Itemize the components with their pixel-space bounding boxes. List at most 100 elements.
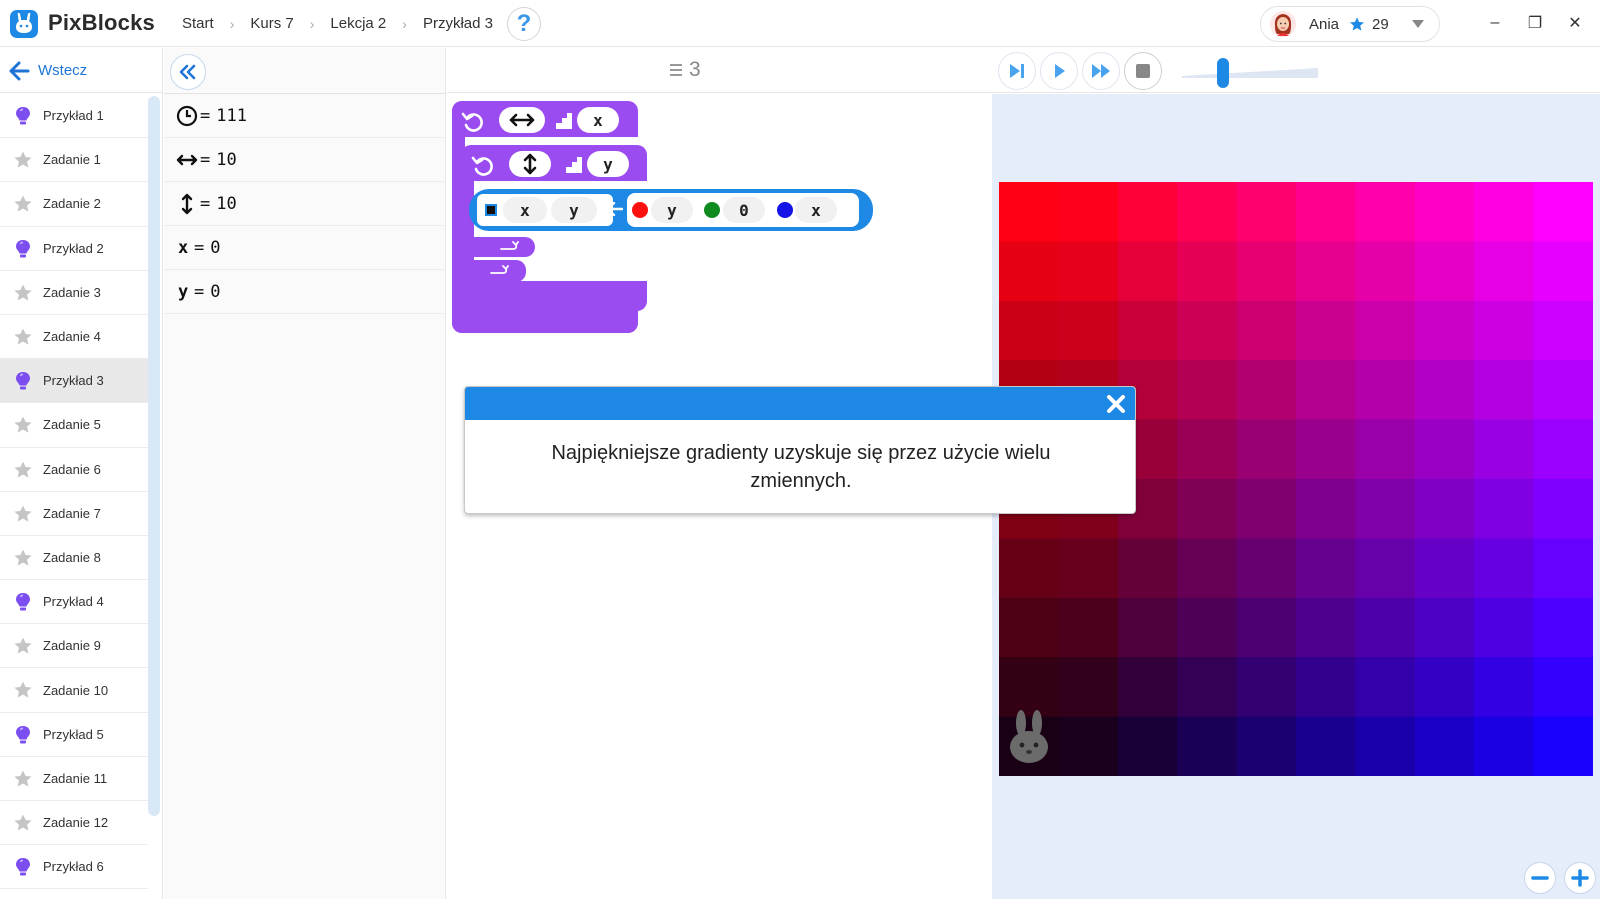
sidebar-lesson-item[interactable]: Przykład 6 [0,845,148,890]
pixel-cell [1355,419,1416,481]
horizontal-arrows-icon [176,154,198,165]
pixel-cell [1355,597,1416,659]
sidebar-lesson-item[interactable]: Zadanie 1 [0,138,148,183]
chevron-right-icon: › [229,15,235,32]
speed-slider-track[interactable] [1182,66,1318,80]
pixel-cell [1177,538,1238,599]
horizontal-arrows-icon [509,113,535,127]
outer-loop-variable[interactable]: x [577,107,619,133]
sidebar-lesson-item[interactable]: Zadanie 6 [0,448,148,492]
loop-return-icon [490,265,509,274]
sidebar-lesson-label: Przykład 3 [43,373,104,389]
sidebar-lesson-item[interactable]: Przykład 4 [0,580,148,625]
sidebar-lesson-item[interactable]: Przykład 1 [0,94,148,139]
inner-loop-end [461,237,535,257]
pixel-cell [1414,597,1476,659]
blue-channel-icon [777,202,793,218]
variable-row-height: = 10 [164,182,446,226]
zoom-in-button[interactable] [1564,862,1596,894]
pixel-cell [1474,716,1535,776]
arrow-left-icon [607,202,623,216]
inner-loop-variable[interactable]: y [587,151,629,177]
pixel-cell [1117,300,1179,362]
pixel-cell [1414,479,1476,540]
pixel-cell [1414,300,1476,362]
close-window-button[interactable]: ✕ [1564,12,1586,34]
repeat-icon [461,112,483,132]
fast-forward-icon [1092,64,1110,78]
lesson-list: Przykład 1 Zadanie 1 Zadanie 2 Przykład 2 Za… [0,94,148,890]
green-channel-arg[interactable]: 0 [723,197,765,223]
red-channel-arg[interactable]: y [651,197,693,223]
pixel-cell [999,538,1060,599]
sidebar-lesson-item[interactable]: Zadanie 2 [0,182,148,227]
close-icon[interactable] [1105,393,1127,415]
sidebar-lesson-item[interactable]: Przykład 5 [0,713,148,757]
line-count: 3 [689,58,701,81]
hint-dialog-header [465,387,1135,420]
maximize-button[interactable]: ❐ [1524,12,1546,34]
breadcrumb-course[interactable]: Kurs 7 [250,15,293,32]
pixel-cell [1355,241,1416,302]
sidebar-lesson-item[interactable]: Zadanie 3 [0,271,148,315]
repeat-icon [471,156,493,176]
pixel-cell [999,182,1060,243]
star-icon [14,549,32,566]
zoom-out-button[interactable] [1524,862,1556,894]
lightbulb-icon [16,858,30,876]
pixel-cell [1177,479,1238,540]
fast-forward-button[interactable] [1082,52,1120,90]
user-stars-count: 29 [1372,15,1389,33]
stop-button[interactable] [1124,52,1162,90]
help-button[interactable]: ? [506,6,541,41]
sidebar-lesson-label: Zadanie 9 [43,638,101,654]
pixel-cell [1474,419,1535,481]
play-button[interactable] [1040,52,1078,90]
pixel-y-arg[interactable]: y [551,197,597,223]
sidebar-lesson-item[interactable]: Zadanie 11 [0,757,148,801]
user-menu[interactable]: Ania 29 [1260,6,1440,42]
variable-row-x: x = 0 [164,226,446,270]
minimize-button[interactable]: – [1484,12,1506,34]
clock-icon [176,105,198,126]
sidebar-lesson-label: Zadanie 11 [43,770,108,786]
sidebar-lesson-item[interactable]: Zadanie 4 [0,315,148,360]
pixel-cell [1533,182,1593,243]
sidebar-lesson-item[interactable]: Zadanie 12 [0,801,148,846]
sidebar-lesson-item[interactable]: Zadanie 10 [0,668,148,713]
collapse-panel-button[interactable] [170,54,206,90]
sidebar-lesson-item[interactable]: Zadanie 9 [0,624,148,669]
breadcrumb-lesson[interactable]: Lekcja 2 [330,15,386,32]
variable-value: 0 [210,281,221,302]
breadcrumb-start[interactable]: Start [182,15,214,32]
stage-toolbar [992,48,1600,93]
back-button[interactable]: Wstecz [0,48,163,93]
pixel-cell [1117,597,1179,659]
sidebar-scrollbar[interactable] [148,96,160,816]
sidebar-lesson-item[interactable]: Zadanie 5 [0,403,148,448]
pixel-cell [1533,597,1593,659]
variable-equals: = [194,281,205,302]
pixel-cell [1177,657,1238,718]
chevron-down-icon[interactable] [1411,19,1425,29]
width-variable-pill[interactable] [499,107,545,133]
breadcrumb-current[interactable]: Przykład 3 [423,15,493,32]
pixel-cell [1058,538,1119,599]
sidebar-lesson-item[interactable]: Zadanie 7 [0,492,148,536]
sidebar-lesson-label: Przykład 2 [43,240,104,256]
height-variable-pill[interactable] [509,151,551,177]
green-channel-icon [704,202,720,218]
stop-icon [1136,64,1150,78]
sidebar-lesson-item[interactable]: Przykład 3 [0,359,148,404]
sidebar-lesson-item[interactable]: Zadanie 8 [0,536,148,581]
sidebar-lesson-label: Przykład 5 [43,726,104,742]
speed-slider-thumb[interactable] [1216,58,1229,88]
pixel-cell [1236,479,1298,540]
pixel-x-arg[interactable]: x [503,197,547,223]
play-icon [1055,64,1065,78]
step-button[interactable] [998,52,1036,90]
blue-channel-arg[interactable]: x [795,197,837,223]
pixel-cell [1236,241,1298,302]
lines-icon [670,64,682,76]
sidebar-lesson-item[interactable]: Przykład 2 [0,227,148,271]
